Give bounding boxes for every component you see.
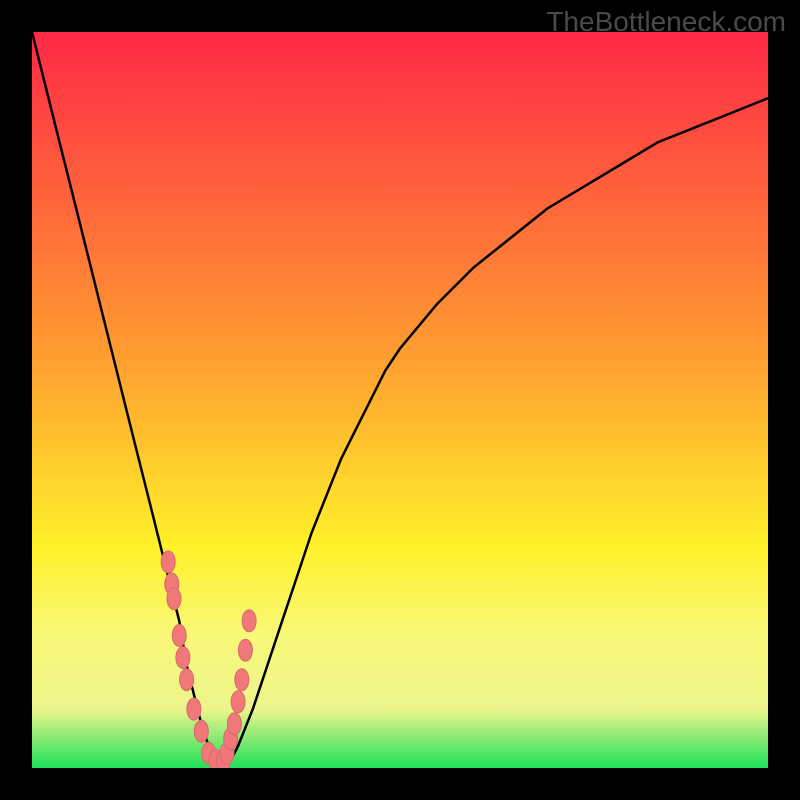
watermark-text: TheBottleneck.com xyxy=(546,6,786,38)
marker-point xyxy=(194,720,208,742)
marker-point xyxy=(235,669,249,691)
marker-point xyxy=(231,691,245,713)
chart-frame: TheBottleneck.com xyxy=(0,0,800,800)
marker-point xyxy=(172,625,186,647)
marker-point xyxy=(167,588,181,610)
marker-point xyxy=(187,698,201,720)
bottleneck-plot xyxy=(32,32,768,768)
marker-point xyxy=(242,610,256,632)
marker-point xyxy=(227,713,241,735)
marker-point xyxy=(161,551,175,573)
marker-point xyxy=(238,639,252,661)
marker-point xyxy=(176,647,190,669)
marker-point xyxy=(180,669,194,691)
